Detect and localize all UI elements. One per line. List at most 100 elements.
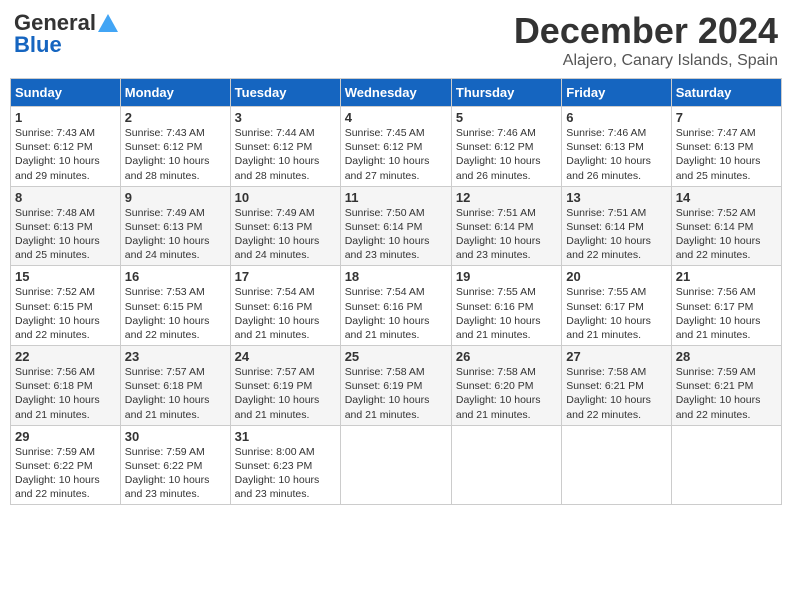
calendar-body: 1 Sunrise: 7:43 AMSunset: 6:12 PMDayligh… xyxy=(11,107,782,505)
header: General Blue December 2024 Alajero, Cana… xyxy=(10,10,782,70)
calendar-cell: 6 Sunrise: 7:46 AMSunset: 6:13 PMDayligh… xyxy=(562,107,671,187)
calendar-cell: 15 Sunrise: 7:52 AMSunset: 6:15 PMDaylig… xyxy=(11,266,121,346)
calendar-cell: 30 Sunrise: 7:59 AMSunset: 6:22 PMDaylig… xyxy=(120,425,230,505)
day-info: Sunrise: 7:51 AMSunset: 6:14 PMDaylight:… xyxy=(566,206,666,263)
day-number: 25 xyxy=(345,349,447,364)
calendar-header-saturday: Saturday xyxy=(671,79,781,107)
calendar-cell: 7 Sunrise: 7:47 AMSunset: 6:13 PMDayligh… xyxy=(671,107,781,187)
calendar-cell xyxy=(562,425,671,505)
calendar-header-tuesday: Tuesday xyxy=(230,79,340,107)
day-number: 12 xyxy=(456,190,557,205)
day-number: 13 xyxy=(566,190,666,205)
day-info: Sunrise: 7:52 AMSunset: 6:14 PMDaylight:… xyxy=(676,206,777,263)
day-number: 18 xyxy=(345,269,447,284)
calendar-header-friday: Friday xyxy=(562,79,671,107)
calendar-cell: 24 Sunrise: 7:57 AMSunset: 6:19 PMDaylig… xyxy=(230,346,340,426)
calendar-header-row: SundayMondayTuesdayWednesdayThursdayFrid… xyxy=(11,79,782,107)
day-number: 14 xyxy=(676,190,777,205)
calendar-cell: 31 Sunrise: 8:00 AMSunset: 6:23 PMDaylig… xyxy=(230,425,340,505)
day-number: 6 xyxy=(566,110,666,125)
day-number: 10 xyxy=(235,190,336,205)
calendar-cell: 3 Sunrise: 7:44 AMSunset: 6:12 PMDayligh… xyxy=(230,107,340,187)
day-number: 29 xyxy=(15,429,116,444)
calendar-cell: 29 Sunrise: 7:59 AMSunset: 6:22 PMDaylig… xyxy=(11,425,121,505)
calendar-cell: 14 Sunrise: 7:52 AMSunset: 6:14 PMDaylig… xyxy=(671,186,781,266)
calendar-cell: 22 Sunrise: 7:56 AMSunset: 6:18 PMDaylig… xyxy=(11,346,121,426)
calendar-cell: 1 Sunrise: 7:43 AMSunset: 6:12 PMDayligh… xyxy=(11,107,121,187)
day-number: 28 xyxy=(676,349,777,364)
day-number: 21 xyxy=(676,269,777,284)
calendar-cell xyxy=(340,425,451,505)
day-number: 4 xyxy=(345,110,447,125)
day-number: 20 xyxy=(566,269,666,284)
calendar-cell xyxy=(451,425,561,505)
day-number: 1 xyxy=(15,110,116,125)
calendar-cell xyxy=(671,425,781,505)
calendar-cell: 2 Sunrise: 7:43 AMSunset: 6:12 PMDayligh… xyxy=(120,107,230,187)
day-number: 3 xyxy=(235,110,336,125)
day-number: 15 xyxy=(15,269,116,284)
day-number: 22 xyxy=(15,349,116,364)
day-number: 17 xyxy=(235,269,336,284)
calendar-cell: 16 Sunrise: 7:53 AMSunset: 6:15 PMDaylig… xyxy=(120,266,230,346)
calendar-week-row: 1 Sunrise: 7:43 AMSunset: 6:12 PMDayligh… xyxy=(11,107,782,187)
day-number: 26 xyxy=(456,349,557,364)
logo: General Blue xyxy=(14,10,118,58)
day-number: 16 xyxy=(125,269,226,284)
day-info: Sunrise: 7:54 AMSunset: 6:16 PMDaylight:… xyxy=(345,285,447,342)
calendar-cell: 8 Sunrise: 7:48 AMSunset: 6:13 PMDayligh… xyxy=(11,186,121,266)
calendar-cell: 9 Sunrise: 7:49 AMSunset: 6:13 PMDayligh… xyxy=(120,186,230,266)
day-info: Sunrise: 7:59 AMSunset: 6:21 PMDaylight:… xyxy=(676,365,777,422)
day-number: 31 xyxy=(235,429,336,444)
calendar-week-row: 22 Sunrise: 7:56 AMSunset: 6:18 PMDaylig… xyxy=(11,346,782,426)
calendar-header-sunday: Sunday xyxy=(11,79,121,107)
day-info: Sunrise: 7:58 AMSunset: 6:21 PMDaylight:… xyxy=(566,365,666,422)
day-info: Sunrise: 7:58 AMSunset: 6:19 PMDaylight:… xyxy=(345,365,447,422)
day-info: Sunrise: 7:54 AMSunset: 6:16 PMDaylight:… xyxy=(235,285,336,342)
day-info: Sunrise: 7:48 AMSunset: 6:13 PMDaylight:… xyxy=(15,206,116,263)
calendar-cell: 20 Sunrise: 7:55 AMSunset: 6:17 PMDaylig… xyxy=(562,266,671,346)
day-number: 8 xyxy=(15,190,116,205)
day-number: 19 xyxy=(456,269,557,284)
calendar-cell: 21 Sunrise: 7:56 AMSunset: 6:17 PMDaylig… xyxy=(671,266,781,346)
day-number: 23 xyxy=(125,349,226,364)
day-info: Sunrise: 7:46 AMSunset: 6:13 PMDaylight:… xyxy=(566,126,666,183)
calendar-week-row: 15 Sunrise: 7:52 AMSunset: 6:15 PMDaylig… xyxy=(11,266,782,346)
logo-blue: Blue xyxy=(14,32,62,58)
calendar-cell: 4 Sunrise: 7:45 AMSunset: 6:12 PMDayligh… xyxy=(340,107,451,187)
calendar-week-row: 29 Sunrise: 7:59 AMSunset: 6:22 PMDaylig… xyxy=(11,425,782,505)
calendar-cell: 12 Sunrise: 7:51 AMSunset: 6:14 PMDaylig… xyxy=(451,186,561,266)
day-info: Sunrise: 7:55 AMSunset: 6:16 PMDaylight:… xyxy=(456,285,557,342)
day-info: Sunrise: 7:51 AMSunset: 6:14 PMDaylight:… xyxy=(456,206,557,263)
day-info: Sunrise: 7:52 AMSunset: 6:15 PMDaylight:… xyxy=(15,285,116,342)
day-number: 11 xyxy=(345,190,447,205)
day-info: Sunrise: 7:46 AMSunset: 6:12 PMDaylight:… xyxy=(456,126,557,183)
day-info: Sunrise: 7:43 AMSunset: 6:12 PMDaylight:… xyxy=(125,126,226,183)
calendar-cell: 23 Sunrise: 7:57 AMSunset: 6:18 PMDaylig… xyxy=(120,346,230,426)
day-number: 5 xyxy=(456,110,557,125)
calendar-header-wednesday: Wednesday xyxy=(340,79,451,107)
calendar-cell: 25 Sunrise: 7:58 AMSunset: 6:19 PMDaylig… xyxy=(340,346,451,426)
day-number: 30 xyxy=(125,429,226,444)
day-number: 27 xyxy=(566,349,666,364)
day-number: 9 xyxy=(125,190,226,205)
calendar-cell: 17 Sunrise: 7:54 AMSunset: 6:16 PMDaylig… xyxy=(230,266,340,346)
page-title: December 2024 xyxy=(514,10,778,52)
calendar-cell: 18 Sunrise: 7:54 AMSunset: 6:16 PMDaylig… xyxy=(340,266,451,346)
day-info: Sunrise: 7:58 AMSunset: 6:20 PMDaylight:… xyxy=(456,365,557,422)
calendar-cell: 13 Sunrise: 7:51 AMSunset: 6:14 PMDaylig… xyxy=(562,186,671,266)
day-number: 24 xyxy=(235,349,336,364)
day-info: Sunrise: 7:49 AMSunset: 6:13 PMDaylight:… xyxy=(235,206,336,263)
day-info: Sunrise: 7:44 AMSunset: 6:12 PMDaylight:… xyxy=(235,126,336,183)
calendar-week-row: 8 Sunrise: 7:48 AMSunset: 6:13 PMDayligh… xyxy=(11,186,782,266)
day-info: Sunrise: 7:56 AMSunset: 6:17 PMDaylight:… xyxy=(676,285,777,342)
calendar-cell: 5 Sunrise: 7:46 AMSunset: 6:12 PMDayligh… xyxy=(451,107,561,187)
day-info: Sunrise: 7:57 AMSunset: 6:18 PMDaylight:… xyxy=(125,365,226,422)
day-number: 7 xyxy=(676,110,777,125)
calendar-table: SundayMondayTuesdayWednesdayThursdayFrid… xyxy=(10,78,782,505)
calendar-cell: 28 Sunrise: 7:59 AMSunset: 6:21 PMDaylig… xyxy=(671,346,781,426)
page-subtitle: Alajero, Canary Islands, Spain xyxy=(514,52,778,70)
day-info: Sunrise: 7:50 AMSunset: 6:14 PMDaylight:… xyxy=(345,206,447,263)
day-info: Sunrise: 7:45 AMSunset: 6:12 PMDaylight:… xyxy=(345,126,447,183)
calendar-header-thursday: Thursday xyxy=(451,79,561,107)
